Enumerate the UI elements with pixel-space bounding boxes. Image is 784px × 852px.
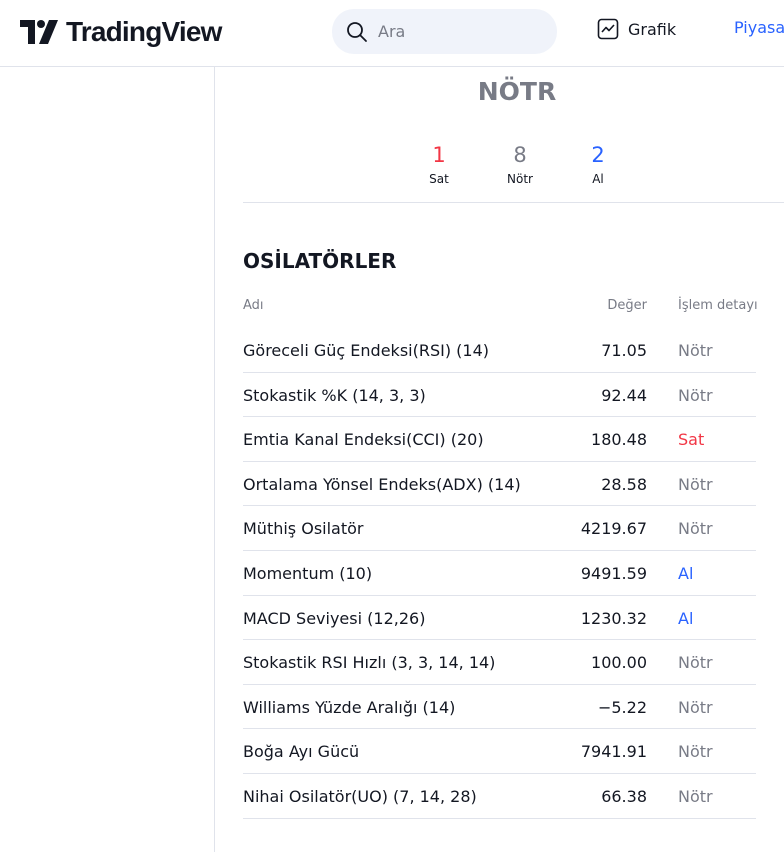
table-row: MACD Seviyesi (12,26) 1230.32 Al xyxy=(243,596,756,641)
indicator-value: 7941.91 xyxy=(580,742,647,762)
indicator-name[interactable]: Stokastik RSI Hızlı (3, 3, 14, 14) xyxy=(243,653,495,672)
section-title: OSİLATÖRLER xyxy=(243,249,397,273)
search-icon xyxy=(347,21,367,42)
indicator-value: 92.44 xyxy=(601,385,647,405)
indicator-action: Sat xyxy=(678,430,705,450)
count-sat: 1 Sat xyxy=(409,142,469,186)
indicator-value: 9491.59 xyxy=(580,563,647,583)
indicator-name[interactable]: Göreceli Güç Endeksi(RSI) (14) xyxy=(243,341,489,360)
table-row: Williams Yüzde Aralığı (14) −5.22 Nötr xyxy=(243,685,756,730)
indicator-value: 71.05 xyxy=(601,341,647,360)
count-al: 2 Al xyxy=(568,142,628,186)
indicator-name[interactable]: Müthiş Osilatör xyxy=(243,519,364,538)
column-header-name: Adı xyxy=(243,298,264,313)
count-sat-label: Sat xyxy=(429,172,449,186)
summary-divider xyxy=(243,202,784,203)
table-row: Müthiş Osilatör 4219.67 Nötr xyxy=(243,506,756,551)
search-input[interactable] xyxy=(376,21,540,42)
column-header-action: İşlem detayı xyxy=(678,298,758,313)
indicator-name[interactable]: Momentum (10) xyxy=(243,564,372,583)
indicator-name[interactable]: Boğa Ayı Gücü xyxy=(243,742,359,761)
indicator-action: Nötr xyxy=(678,519,713,539)
count-al-label: Al xyxy=(592,172,604,186)
count-sat-value: 1 xyxy=(432,143,446,167)
indicator-action: Nötr xyxy=(678,697,713,717)
count-notr-label: Nötr xyxy=(507,172,533,186)
logo-text: TradingView xyxy=(66,16,222,47)
summary-verdict: NÖTR xyxy=(477,77,557,106)
table-row: Nihai Osilatör(UO) (7, 14, 28) 66.38 Nöt… xyxy=(243,774,756,819)
table-row: Ortalama Yönsel Endeks(ADX) (14) 28.58 N… xyxy=(243,462,756,507)
indicator-value: 66.38 xyxy=(601,786,647,806)
indicator-action: Nötr xyxy=(678,385,713,405)
indicator-action: Nötr xyxy=(678,786,713,806)
indicator-value: 1230.32 xyxy=(580,608,647,628)
table-row: Stokastik RSI Hızlı (3, 3, 14, 14) 100.0… xyxy=(243,640,756,685)
indicator-action: Al xyxy=(678,563,694,583)
indicator-name[interactable]: Ortalama Yönsel Endeks(ADX) (14) xyxy=(243,475,521,494)
indicator-action: Al xyxy=(678,608,694,628)
indicator-action: Nötr xyxy=(678,653,713,673)
search-box[interactable] xyxy=(332,9,557,54)
column-header-value: Değer xyxy=(607,298,647,313)
tradingview-logo-icon xyxy=(20,20,58,44)
nav-grafik[interactable]: Grafik xyxy=(597,18,676,40)
nav-piyasa-label: Piyasa xyxy=(734,18,784,37)
indicator-value: −5.22 xyxy=(597,697,647,717)
indicator-name[interactable]: Nihai Osilatör(UO) (7, 14, 28) xyxy=(243,787,477,806)
indicator-action: Nötr xyxy=(678,474,713,494)
count-notr-value: 8 xyxy=(513,143,527,167)
nav-piyasa[interactable]: Piyasa xyxy=(734,18,784,37)
table-row: Göreceli Güç Endeksi(RSI) (14) 71.05 Nöt… xyxy=(243,328,756,373)
indicator-name[interactable]: Williams Yüzde Aralığı (14) xyxy=(243,698,455,717)
sidebar-divider xyxy=(214,67,215,852)
indicator-value: 100.00 xyxy=(591,653,647,673)
indicator-action: Nötr xyxy=(678,742,713,762)
chart-icon xyxy=(597,18,619,40)
indicator-value: 180.48 xyxy=(591,430,647,450)
indicator-action: Nötr xyxy=(678,341,713,360)
indicator-value: 4219.67 xyxy=(580,519,647,539)
count-al-value: 2 xyxy=(591,143,605,167)
indicator-name[interactable]: MACD Seviyesi (12,26) xyxy=(243,609,425,628)
indicator-name[interactable]: Stokastik %K (14, 3, 3) xyxy=(243,386,426,405)
top-header: TradingView Grafik Piyasa xyxy=(0,0,784,67)
table-row: Emtia Kanal Endeksi(CCI) (20) 180.48 Sat xyxy=(243,417,756,462)
count-notr: 8 Nötr xyxy=(490,142,550,186)
indicator-name[interactable]: Emtia Kanal Endeksi(CCI) (20) xyxy=(243,430,484,449)
indicator-value: 28.58 xyxy=(601,474,647,494)
table-row: Boğa Ayı Gücü 7941.91 Nötr xyxy=(243,729,756,774)
nav-grafik-label: Grafik xyxy=(628,19,677,39)
table-row: Momentum (10) 9491.59 Al xyxy=(243,551,756,596)
tradingview-logo[interactable]: TradingView xyxy=(20,14,222,50)
oscillator-table: Göreceli Güç Endeksi(RSI) (14) 71.05 Nöt… xyxy=(243,328,756,819)
table-row: Stokastik %K (14, 3, 3) 92.44 Nötr xyxy=(243,373,756,418)
